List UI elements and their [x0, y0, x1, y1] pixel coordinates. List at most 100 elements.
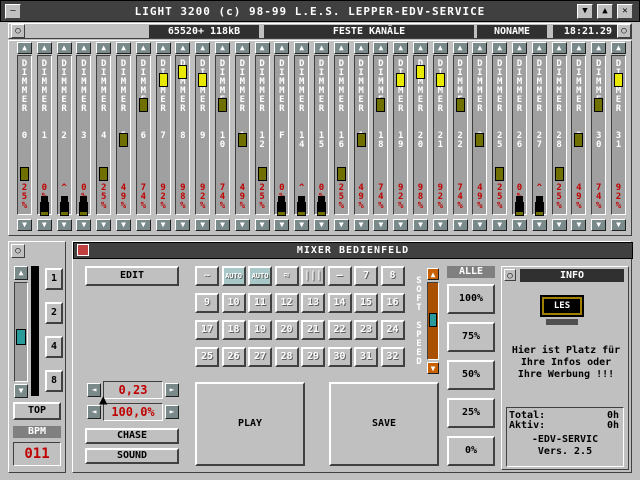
info-menu-icon[interactable]: ○ — [504, 269, 516, 281]
channel-slider-knob[interactable] — [614, 73, 623, 88]
dimmer-channel[interactable]: ▲D I M M E R2 19 2 %▼ — [431, 41, 450, 237]
channel-down-arrow[interactable]: ▼ — [432, 219, 448, 231]
pattern-number-button[interactable]: 18 — [221, 320, 246, 340]
channel-up-arrow[interactable]: ▲ — [432, 42, 448, 54]
channel-up-arrow[interactable]: ▲ — [413, 42, 428, 54]
channel-up-arrow[interactable]: ▲ — [373, 42, 389, 54]
channel-down-arrow[interactable]: ▼ — [17, 219, 32, 231]
channel-slider-track[interactable]: D I M M E R2 60 % — [512, 55, 527, 216]
dimmer-channel[interactable]: ▲ D I M M E R 2 8 2 5 % ▼ — [550, 41, 569, 237]
pattern-number-button[interactable]: 27 — [248, 347, 272, 367]
mixer-close-icon[interactable] — [77, 244, 89, 256]
channel-up-arrow[interactable]: ▲ — [531, 42, 547, 54]
pattern-mode-button[interactable]: ~ — [195, 266, 219, 286]
channel-down-arrow[interactable]: ▼ — [413, 219, 428, 231]
left-panel-menu-icon[interactable]: ○ — [11, 244, 25, 258]
master-slider-track[interactable] — [14, 282, 28, 382]
dimmer-channel[interactable]: ▲ D I M M E R 2 7 ^ ▼ — [530, 41, 549, 237]
dimmer-channel[interactable]: ▲ D I M M E R 2 5 2 5 % ▼ — [490, 41, 509, 237]
channel-slider-knob[interactable] — [257, 167, 267, 181]
channel-down-arrow[interactable]: ▼ — [353, 219, 369, 231]
dimmer-channel[interactable]: ▲D I M M E R1 14 9 % ▼ — [233, 41, 252, 237]
dimmer-channel[interactable]: ▲D I M M E R10 %▼ — [35, 41, 54, 237]
preset-50-button[interactable]: 50% — [447, 360, 495, 390]
status-menu-icon[interactable]: ○ — [11, 24, 25, 38]
sound-button[interactable]: SOUND — [85, 448, 179, 464]
channel-up-arrow[interactable]: ▲ — [116, 42, 131, 54]
master-slider-knob[interactable] — [16, 329, 26, 345]
page-button-1[interactable]: 1 — [45, 268, 63, 290]
channel-slider-track[interactable]: D I M M E R2 44 9 % — [472, 55, 488, 215]
pattern-number-button[interactable]: 21 — [301, 320, 325, 340]
channel-down-arrow[interactable]: ▼ — [333, 219, 349, 231]
channel-up-arrow[interactable]: ▲ — [135, 42, 151, 54]
speed-down-arrow[interactable]: ▼ — [427, 362, 439, 374]
channel-slider-knob[interactable] — [594, 98, 604, 113]
channel-up-arrow[interactable]: ▲ — [314, 42, 329, 54]
channel-down-arrow[interactable]: ▼ — [135, 219, 151, 231]
preset-0-button[interactable]: 0% — [447, 436, 495, 466]
channel-slider-track[interactable]: D I M M E R89 8 % — [175, 55, 191, 215]
channel-slider-track[interactable]: D I M M E R 2 ^ — [56, 55, 72, 216]
channel-up-arrow[interactable]: ▲ — [294, 42, 310, 54]
top-button[interactable]: TOP — [13, 402, 61, 420]
channel-down-arrow[interactable]: ▼ — [314, 219, 329, 231]
dimmer-channel[interactable]: ▲D I M M E R89 8 % ▼ — [173, 41, 192, 237]
channel-down-arrow[interactable]: ▼ — [175, 219, 191, 231]
dimmer-channel[interactable]: ▲ D I M M E R 1 2 2 5 % ▼ — [253, 41, 272, 237]
channel-slider-knob[interactable] — [554, 167, 564, 181]
channel-slider-knob[interactable] — [574, 133, 584, 148]
dimmer-channel[interactable]: ▲D I M M E R1 87 4 %▼ — [371, 41, 390, 237]
channel-slider-track[interactable]: D I M M E R1 14 9 % — [234, 55, 250, 215]
dimmer-channel[interactable]: ▲ D I M M E R 0 2 5 % ▼ — [15, 41, 34, 237]
channel-up-arrow[interactable]: ▲ — [591, 42, 607, 54]
dimmer-channel[interactable]: ▲D I M M E R79 2 %▼ — [154, 41, 173, 237]
pattern-number-button[interactable]: 29 — [301, 347, 325, 367]
channel-slider-track[interactable]: D I M M E R 1 4 ^ — [294, 55, 310, 216]
channel-slider-track[interactable]: D I M M E R 4 2 5 % — [96, 55, 112, 215]
pattern-mode-button[interactable]: ≈ — [274, 266, 299, 286]
dimmer-channel[interactable]: ▲D I M M E R2 60 %▼ — [510, 41, 529, 237]
channel-slider-track[interactable]: D I M M E R 1 2 2 5 % — [254, 55, 270, 215]
channel-down-arrow[interactable]: ▼ — [611, 219, 626, 231]
channel-down-arrow[interactable]: ▼ — [294, 219, 310, 231]
channel-slider-knob[interactable] — [475, 133, 485, 148]
minimize-button[interactable]: ▼ — [577, 4, 593, 19]
pattern-number-button[interactable]: 10 — [221, 293, 246, 313]
channel-down-arrow[interactable]: ▼ — [215, 219, 230, 231]
channel-up-arrow[interactable]: ▲ — [353, 42, 369, 54]
chase-button[interactable]: CHASE — [85, 428, 179, 444]
channel-slider-knob[interactable] — [336, 167, 346, 181]
speed-up-arrow[interactable]: ▲ — [427, 268, 439, 280]
channel-slider-knob[interactable] — [495, 167, 505, 181]
pattern-number-button[interactable]: 31 — [354, 347, 378, 367]
channel-slider-knob[interactable] — [178, 64, 188, 79]
channel-slider-track[interactable]: D I M M E R1 50 % — [314, 55, 329, 216]
master-up-arrow[interactable]: ▲ — [14, 266, 28, 280]
channel-down-arrow[interactable]: ▼ — [96, 219, 112, 231]
pattern-number-button[interactable]: 13 — [301, 293, 325, 313]
pattern-number-button[interactable]: 14 — [327, 293, 352, 313]
channel-slider-track[interactable]: D I M M E R1 87 4 % — [373, 55, 389, 215]
dimmer-channel[interactable]: ▲D I M M E R67 4 %▼ — [134, 41, 153, 237]
channel-down-arrow[interactable]: ▼ — [195, 219, 211, 231]
pattern-mode-button[interactable]: ||| — [301, 266, 325, 286]
page-button-8[interactable]: 8 — [45, 370, 63, 392]
channel-down-arrow[interactable]: ▼ — [591, 219, 607, 231]
channel-down-arrow[interactable]: ▼ — [274, 219, 290, 231]
channel-up-arrow[interactable]: ▲ — [175, 42, 191, 54]
channel-up-arrow[interactable]: ▲ — [452, 42, 468, 54]
channel-slider-knob[interactable] — [237, 133, 247, 148]
channel-up-arrow[interactable]: ▲ — [96, 42, 112, 54]
master-down-arrow[interactable]: ▼ — [14, 384, 28, 398]
dimmer-channel[interactable]: ▲D I M M E R1 50 % ▼ — [312, 41, 331, 237]
speed-slider-knob[interactable] — [429, 313, 437, 327]
pattern-number-button[interactable]: 23 — [354, 320, 378, 340]
dimmer-channel[interactable]: ▲D I M M E RF0 %▼ — [272, 41, 291, 237]
pattern-number-button[interactable]: 32 — [380, 347, 405, 367]
channel-slider-track[interactable]: D I M M E R2 27 4 % — [452, 55, 468, 215]
dimmer-channel[interactable]: ▲D I M M E R2 44 9 % ▼ — [470, 41, 489, 237]
system-menu-icon[interactable]: — — [5, 4, 21, 19]
maximize-button[interactable]: ▲ — [597, 4, 613, 19]
dimmer-channel[interactable]: ▲ D I M M E R 1 4 ^ ▼ — [292, 41, 311, 237]
